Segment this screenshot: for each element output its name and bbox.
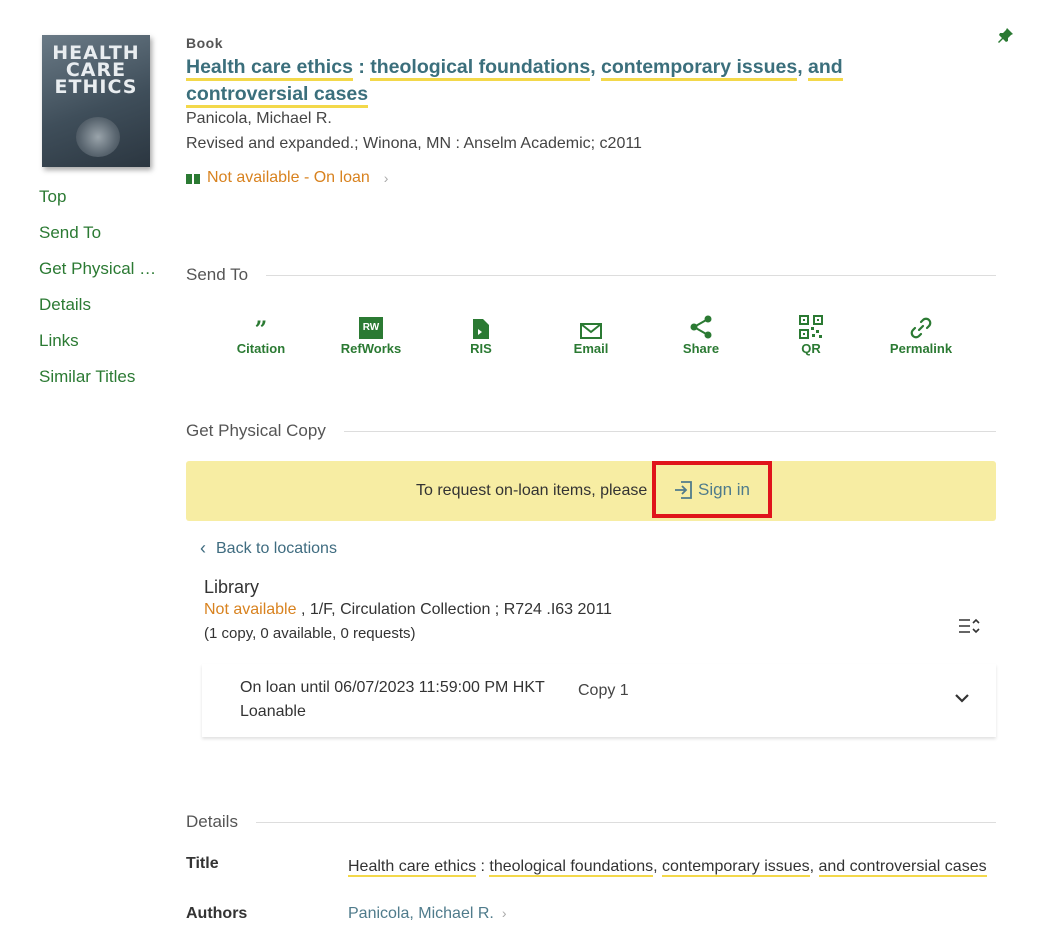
send-to-actions: ” Citation RW RefWorks RIS Email Share Q… [206,315,976,356]
location-status: Not available [204,601,297,618]
cover-stethoscope-image [76,117,120,157]
ris-file-icon [473,319,489,339]
title-separator: : [352,56,371,78]
nav-details[interactable]: Details [39,292,157,328]
title-segment[interactable]: theological foundations [489,858,654,877]
location-detail: , 1/F, Circulation Collection ; R724 .I6… [296,601,612,618]
title-segment[interactable]: Health care ethics [348,858,477,877]
pin-icon[interactable] [996,27,1014,45]
chevron-right-icon: › [383,170,389,186]
ris-button[interactable]: RIS [426,315,536,356]
link-icon [910,317,932,339]
refworks-button[interactable]: RW RefWorks [316,315,426,356]
nav-get-physical-copy[interactable]: Get Physical Copy [39,256,157,292]
chevron-down-icon[interactable] [954,692,970,704]
title-segment[interactable]: and [808,56,843,81]
sign-in-icon [675,480,692,499]
copies-summary: (1 copy, 0 available, 0 requests) [204,625,416,642]
nav-links[interactable]: Links [39,328,157,364]
book-cover[interactable]: HEALTH CARE ETHICS [42,35,150,167]
email-icon [580,323,602,339]
qr-code-icon [799,315,823,339]
record-author: Panicola, Michael R. [186,110,332,127]
sign-in-button[interactable]: Sign in [652,461,772,518]
title-segment[interactable]: contemporary issues [601,56,798,81]
refworks-icon: RW [359,317,383,339]
physical-copy-heading: Get Physical Copy [186,421,996,441]
record-publication: Revised and expanded.; Winona, MN : Anse… [186,135,642,152]
chevron-left-icon: ‹ [200,538,206,558]
item-policy: Loanable [240,703,306,720]
back-to-locations-link[interactable]: ‹ Back to locations [200,538,337,559]
item-copy-number: Copy 1 [578,682,629,699]
share-button[interactable]: Share [646,315,756,356]
nav-send-to[interactable]: Send To [39,220,157,256]
title-segment[interactable]: and controversial cases [818,858,987,877]
cover-title-text: HEALTH CARE ETHICS [52,42,140,98]
send-to-heading: Send To [186,265,996,285]
title-separator: , [797,56,809,78]
availability-status[interactable]: Not available - On loan › [186,169,388,187]
title-segment[interactable]: contemporary issues [661,858,810,877]
citation-button[interactable]: ” Citation [206,315,316,356]
record-title[interactable]: Health care ethics : theological foundat… [186,54,846,108]
nav-top[interactable]: Top [39,184,157,220]
item-row[interactable]: On loan until 06/07/2023 11:59:00 PM HKT… [202,664,996,737]
details-author-link[interactable]: Panicola, Michael R. › [348,905,507,923]
title-segment[interactable]: Health care ethics [186,56,353,81]
nav-similar-titles[interactable]: Similar Titles [39,364,157,400]
sign-in-banner: To request on-loan items, please [186,461,996,521]
qr-button[interactable]: QR [756,315,866,356]
details-heading: Details [186,812,996,832]
title-segment[interactable]: controversial cases [186,83,369,108]
sign-in-label: Sign in [698,479,750,499]
availability-text: Not available - On loan [207,169,370,186]
chevron-right-icon: › [501,905,507,921]
section-nav: Top Send To Get Physical Copy Details Li… [39,184,157,400]
details-authors-label: Authors [186,905,248,922]
title-separator: , [590,56,602,78]
book-icon [186,172,200,184]
location-line: Not available , 1/F, Circulation Collect… [204,601,612,619]
sort-filter-icon[interactable] [958,616,980,636]
title-segment[interactable]: theological foundations [370,56,591,81]
banner-message: To request on-loan items, please [416,482,648,499]
details-title-label: Title [186,855,219,872]
email-button[interactable]: Email [536,315,646,356]
permalink-button[interactable]: Permalink [866,315,976,356]
quote-icon: ” [254,317,268,343]
item-due-date: On loan until 06/07/2023 11:59:00 PM HKT [240,679,545,696]
details-title-value: Health care ethics : theological foundat… [348,858,987,877]
resource-type: Book [186,35,223,51]
library-name: Library [204,577,260,597]
share-icon [690,315,712,339]
